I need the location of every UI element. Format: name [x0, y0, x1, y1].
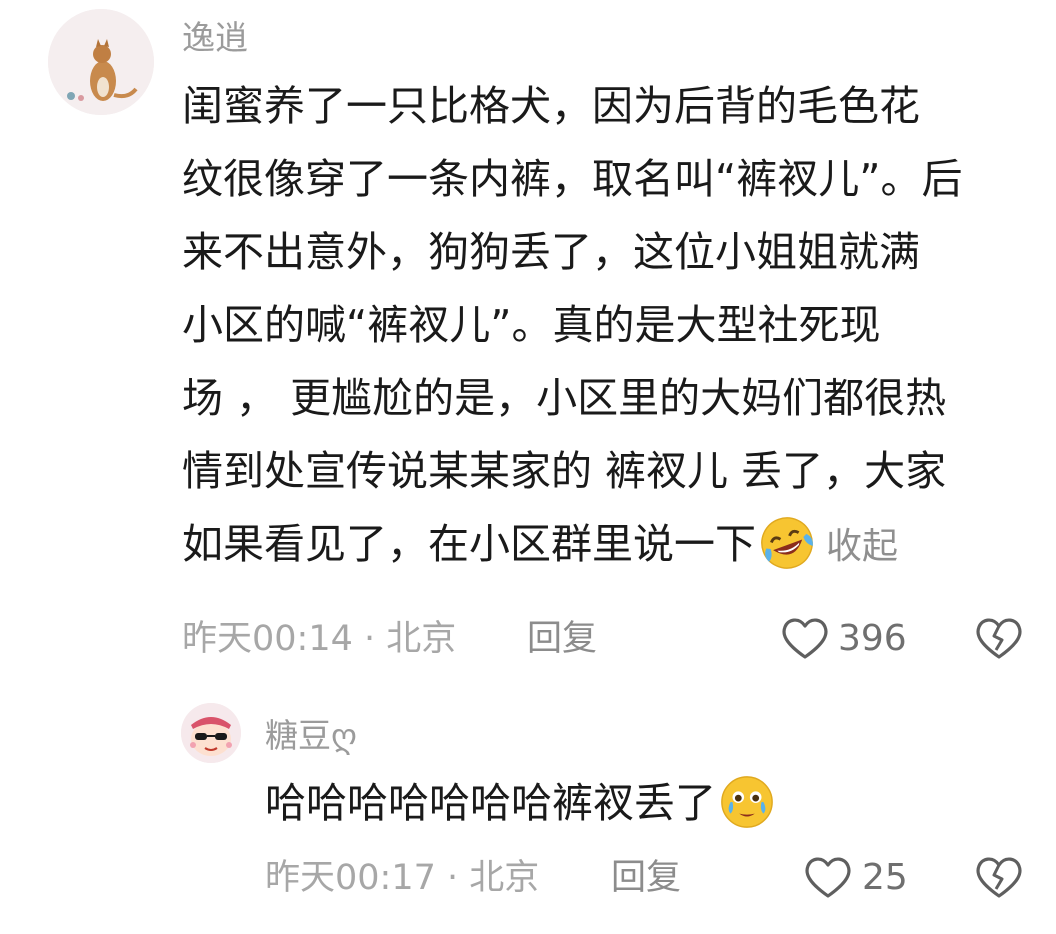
comment-line: 场 ， 更尴尬的是，小区里的大妈们都很热 — [182, 374, 947, 422]
comment-line: 小区的喊“裤衩儿”。真的是大型社死现 — [182, 301, 881, 349]
comment-username[interactable]: 逸逍 — [182, 18, 248, 58]
like-count: 25 — [862, 857, 908, 898]
tears-of-joy-emoji-icon — [721, 776, 773, 828]
comment-line-last: 如果看见了，在小区群里说一下 收起 — [182, 508, 962, 581]
reply-button[interactable]: 回复 — [527, 617, 597, 661]
like-count: 396 — [838, 618, 907, 659]
avatar[interactable] — [181, 703, 241, 763]
reply-username[interactable]: 糖豆ღ — [265, 716, 357, 756]
comment-time-location: 昨天00:14 · 北京 — [182, 619, 457, 659]
reply-text: 哈哈哈哈哈哈哈裤衩丢了 — [265, 767, 778, 840]
cat-avatar-icon — [48, 9, 154, 115]
comment-line: 来不出意外，狗狗丢了，这位小姐姐就满 — [182, 228, 920, 276]
comment-line: 哈哈哈哈哈哈哈裤衩丢了 — [265, 767, 778, 840]
reply-text-content: 哈哈哈哈哈哈哈裤衩丢了 — [265, 779, 716, 827]
comment-line: 闺蜜养了一只比格犬，因为后背的毛色花 — [182, 82, 920, 130]
heart-icon[interactable] — [781, 616, 829, 660]
avatar[interactable] — [48, 9, 154, 115]
comment-line-text: 如果看见了，在小区群里说一下 — [182, 520, 756, 568]
cartoon-avatar-icon — [181, 703, 241, 763]
reply-button[interactable]: 回复 — [611, 856, 681, 900]
comment-line: 纹很像穿了一条内裤，取名叫“裤衩儿”。后 — [182, 155, 963, 203]
reply-time-location: 昨天00:17 · 北京 — [265, 858, 540, 898]
rolling-laughing-emoji-icon — [761, 517, 813, 569]
broken-heart-icon[interactable] — [975, 616, 1023, 660]
collapse-link[interactable]: 收起 — [826, 526, 898, 567]
broken-heart-icon[interactable] — [975, 855, 1023, 899]
comment-text: 闺蜜养了一只比格犬，因为后背的毛色花 纹很像穿了一条内裤，取名叫“裤衩儿”。后 … — [182, 70, 962, 581]
comment-line: 情到处宣传说某某家的 裤衩儿 丢了，大家 — [182, 447, 947, 495]
heart-icon[interactable] — [804, 855, 852, 899]
